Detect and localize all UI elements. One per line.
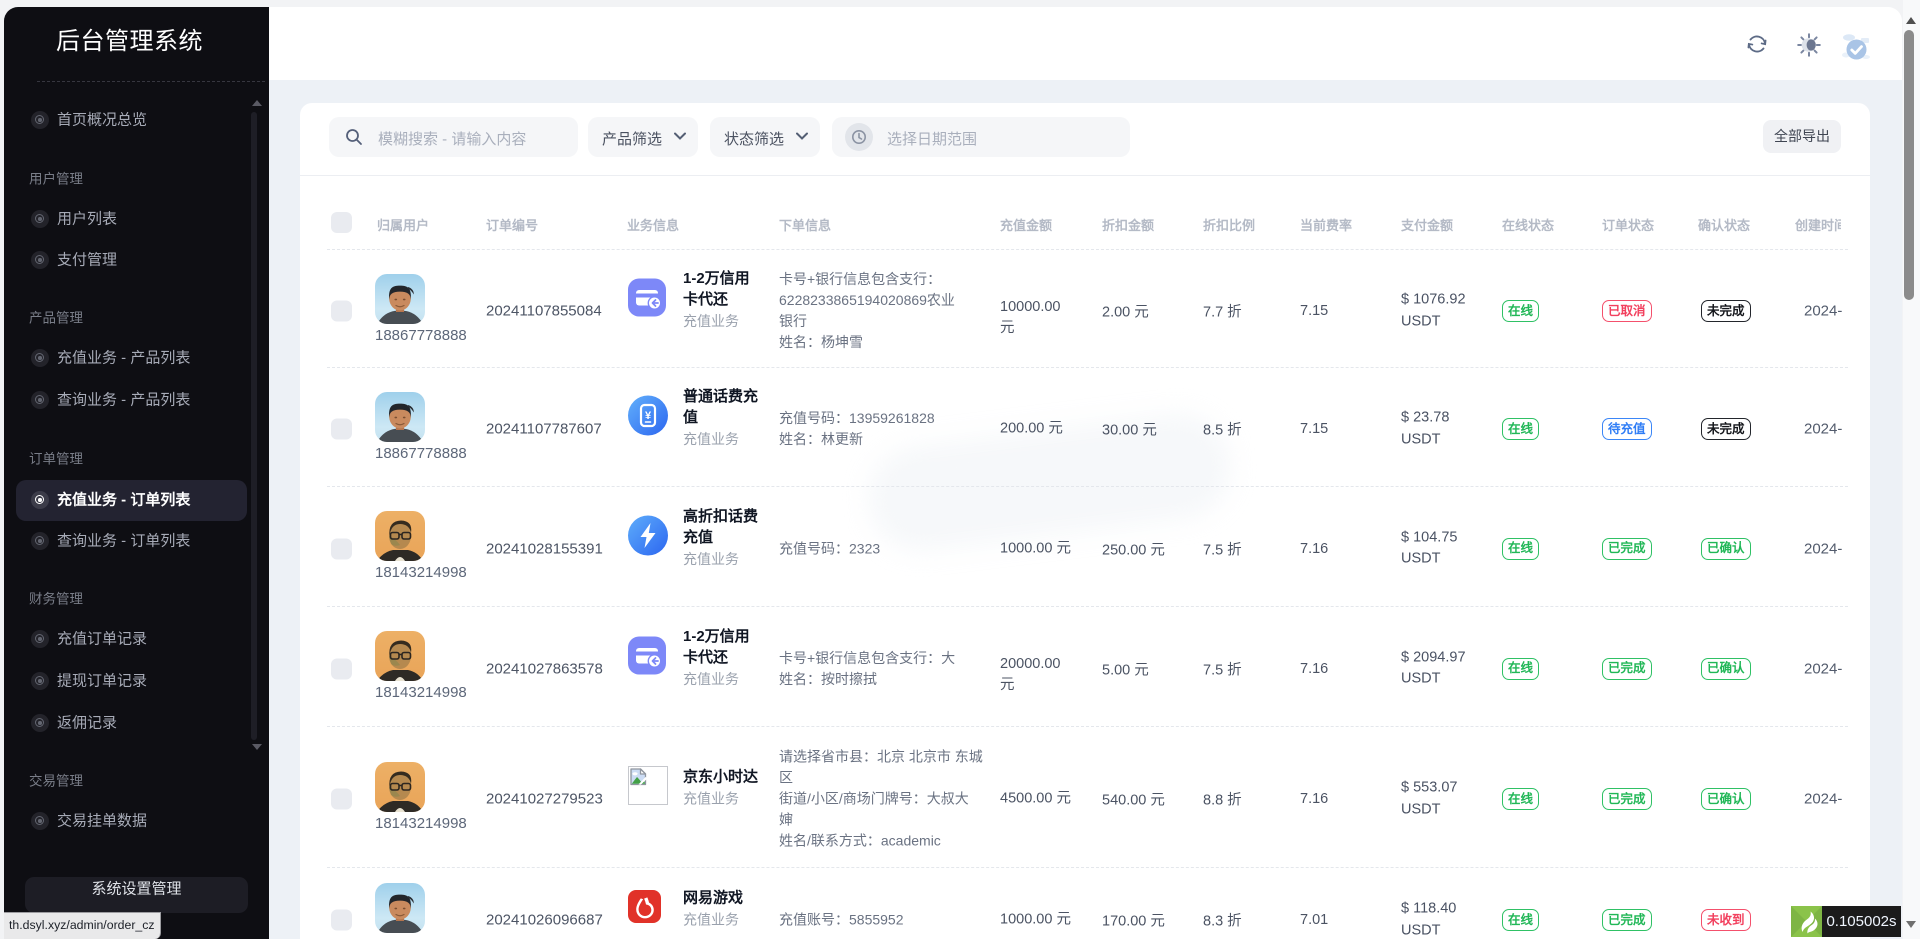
svg-text:¥: ¥ (645, 410, 652, 422)
